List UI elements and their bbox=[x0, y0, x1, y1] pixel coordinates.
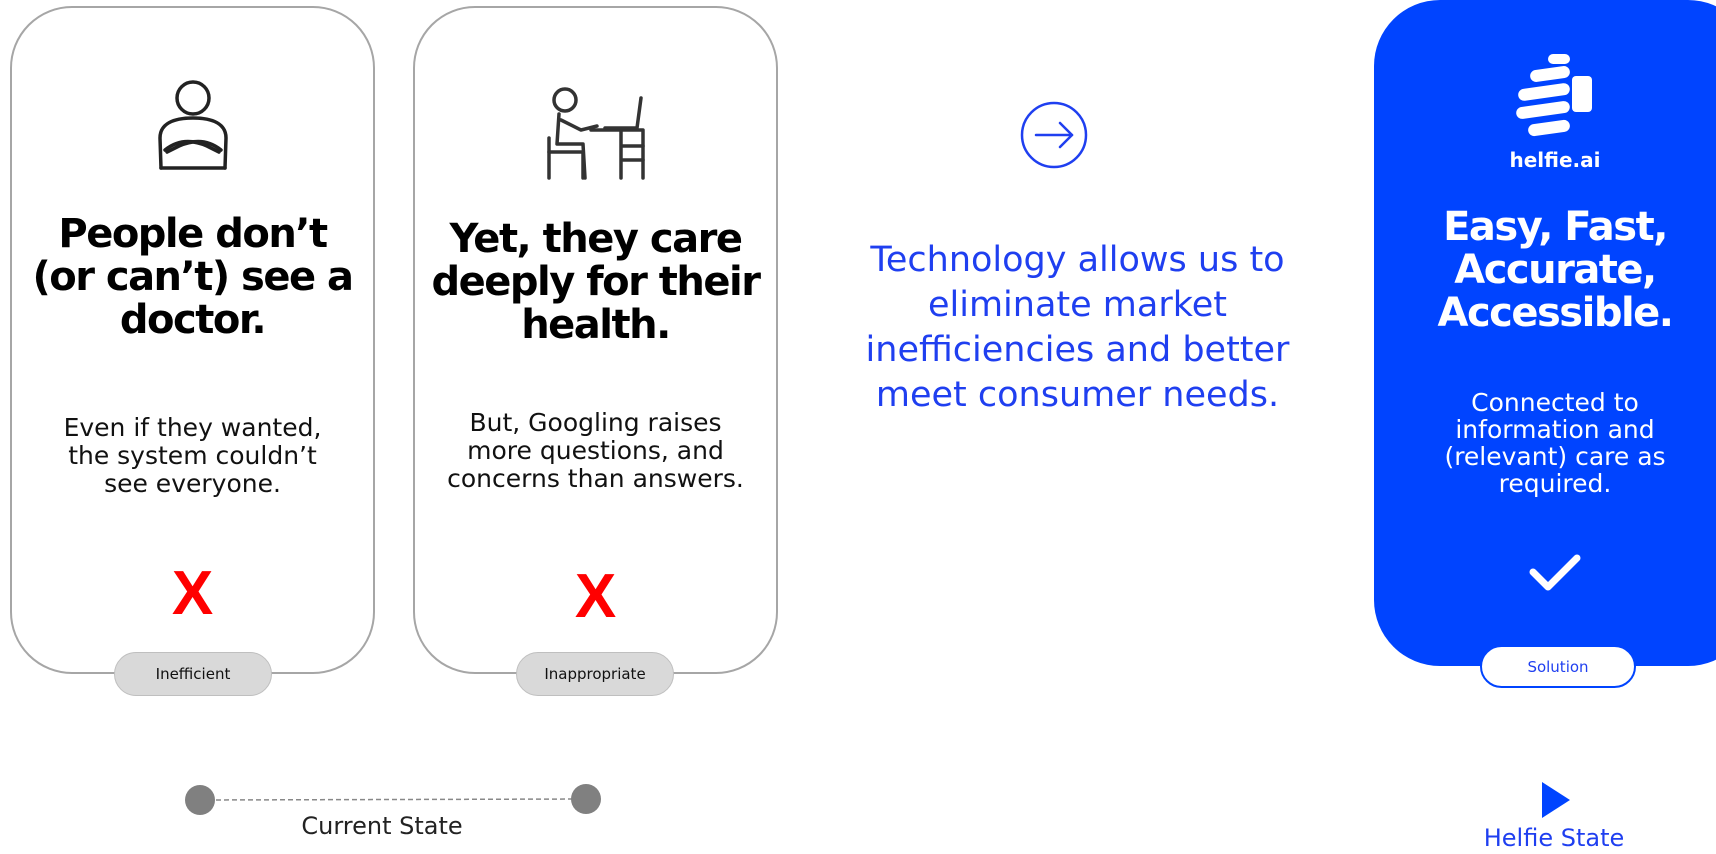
problem-card-1: People don’t (or can’t) see a doctor. Ev… bbox=[10, 6, 375, 674]
current-state-label: Current State bbox=[301, 812, 463, 840]
card-body-text: Even if they wanted, the system couldn’t… bbox=[63, 413, 322, 498]
solution-card: helfie.ai Easy, Fast, Accurate, Accessib… bbox=[1374, 0, 1716, 666]
person-at-desk-icon bbox=[546, 86, 645, 186]
helfie-state-label: Helfie State bbox=[1483, 824, 1625, 852]
arrow-right-circle-icon bbox=[1020, 101, 1088, 173]
logo-text: helfie.ai bbox=[1509, 148, 1601, 172]
solution-headline: Easy, Fast, Accurate, Accessible. bbox=[1437, 204, 1674, 336]
card-body-text: But, Googling raises more questions, and… bbox=[447, 408, 744, 493]
card-headline: People don’t (or can’t) see a doctor. bbox=[32, 211, 354, 343]
x-mark-icon: X bbox=[171, 559, 214, 628]
checkmark-icon bbox=[1528, 552, 1582, 598]
technology-statement: Technology allows us to eliminate market… bbox=[865, 240, 1290, 415]
tag-inefficient: Inefficient bbox=[114, 652, 272, 696]
play-icon bbox=[1540, 781, 1572, 823]
x-mark-icon: X bbox=[574, 562, 617, 631]
tag-solution: Solution bbox=[1480, 645, 1636, 688]
card-headline: Yet, they care deeply for their health. bbox=[431, 216, 761, 348]
problem-card-2: Yet, they care deeply for their health. … bbox=[413, 6, 778, 674]
solution-body-text: Connected to information and (relevant) … bbox=[1444, 388, 1666, 498]
timeline-start-dot bbox=[185, 785, 215, 815]
helfie-logo-icon bbox=[1512, 54, 1598, 142]
timeline-end-dot bbox=[571, 784, 601, 814]
tag-inappropriate: Inappropriate bbox=[516, 652, 674, 696]
person-arms-crossed-icon bbox=[155, 80, 231, 176]
